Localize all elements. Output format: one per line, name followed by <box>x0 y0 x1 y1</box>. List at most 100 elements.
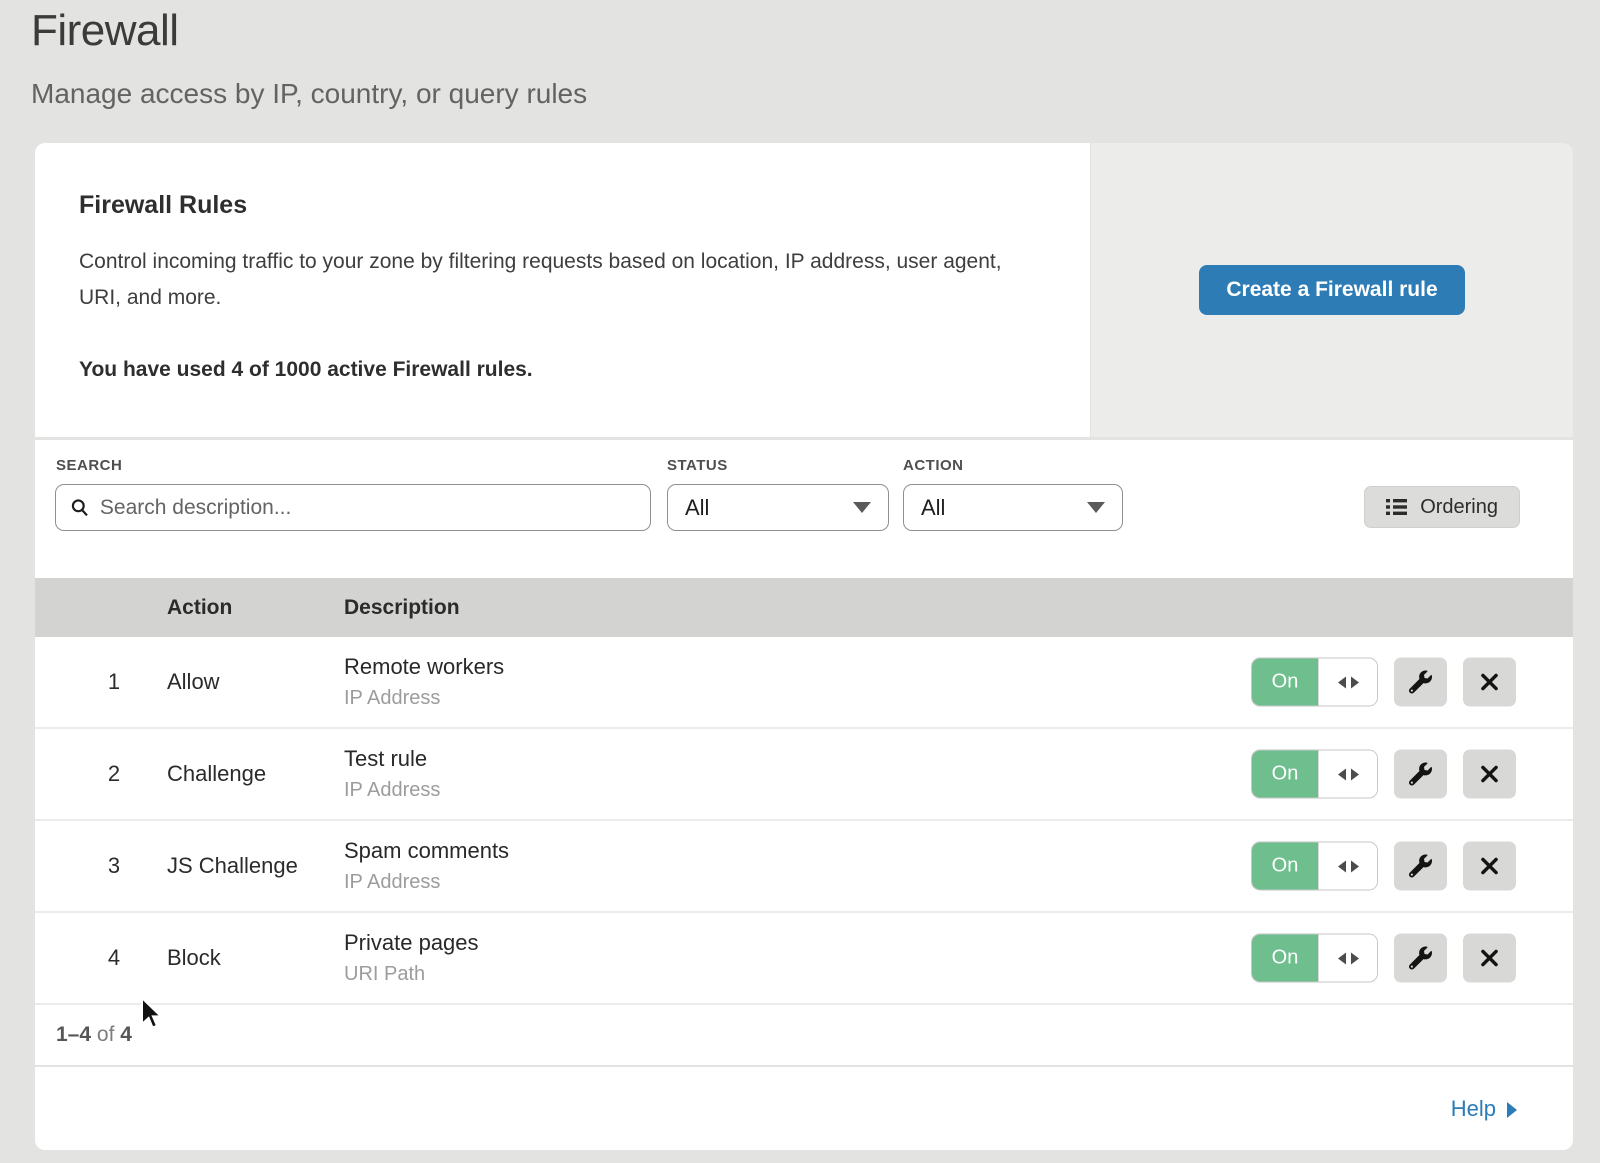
edit-rule-button[interactable] <box>1394 750 1447 799</box>
chevron-right-icon <box>1507 1102 1517 1118</box>
rule-description: Private pages <box>344 930 479 956</box>
pagination-bar: 1–4 of 4 <box>35 1005 1573 1065</box>
rule-priority: 1 <box>95 669 133 695</box>
page-title: Firewall <box>31 6 179 56</box>
action-label: ACTION <box>903 457 964 474</box>
mouse-cursor <box>140 997 166 1033</box>
edit-rule-button[interactable] <box>1394 934 1447 983</box>
status-label: STATUS <box>667 457 728 474</box>
rule-enabled-toggle[interactable]: On <box>1251 934 1378 983</box>
edit-rule-button[interactable] <box>1394 842 1447 891</box>
close-icon <box>1479 856 1500 877</box>
ordering-button[interactable]: Ordering <box>1364 486 1520 528</box>
rule-description-cell: Remote workers IP Address <box>344 654 504 710</box>
chevron-down-icon <box>1087 502 1105 513</box>
overview-card-text: Firewall Rules Control incoming traffic … <box>35 143 1090 437</box>
wrench-icon <box>1409 671 1432 694</box>
ordered-list-icon <box>1386 498 1407 516</box>
chevron-down-icon <box>853 502 871 513</box>
table-row: 4 Block Private pages URI Path On <box>35 913 1573 1005</box>
arrow-right-icon <box>1351 768 1359 780</box>
rule-enabled-toggle[interactable]: On <box>1251 750 1378 799</box>
page-subtitle: Manage access by IP, country, or query r… <box>31 78 587 110</box>
help-link[interactable]: Help <box>1451 1096 1517 1122</box>
firewall-rules-overview-card: Firewall Rules Control incoming traffic … <box>35 143 1573 437</box>
rule-controls: On <box>1251 842 1516 891</box>
pagination-of-word: of <box>97 1023 115 1046</box>
create-firewall-rule-button[interactable]: Create a Firewall rule <box>1199 265 1464 315</box>
delete-rule-button[interactable] <box>1463 750 1516 799</box>
rule-priority: 3 <box>95 853 133 879</box>
rule-description-cell: Spam comments IP Address <box>344 838 509 894</box>
arrow-right-icon <box>1351 860 1359 872</box>
help-link-label: Help <box>1451 1096 1496 1122</box>
rule-controls: On <box>1251 658 1516 707</box>
pagination-range-values: 1–4 <box>56 1023 91 1046</box>
search-input[interactable] <box>100 496 638 520</box>
toggle-drag-handle[interactable] <box>1318 935 1377 982</box>
action-select[interactable]: All <box>903 484 1123 531</box>
search-field-container <box>55 484 651 531</box>
overview-description: Control incoming traffic to your zone by… <box>79 244 1029 316</box>
column-header-action: Action <box>167 596 232 620</box>
rule-match-type: URI Path <box>344 963 479 986</box>
search-label: SEARCH <box>56 457 122 474</box>
status-selected-value: All <box>685 495 709 521</box>
rule-description: Test rule <box>344 746 440 772</box>
toggle-drag-handle[interactable] <box>1318 751 1377 798</box>
toggle-on-label: On <box>1252 935 1318 982</box>
toggle-drag-handle[interactable] <box>1318 659 1377 706</box>
delete-rule-button[interactable] <box>1463 658 1516 707</box>
arrow-left-icon <box>1338 860 1346 872</box>
rules-usage-note: You have used 4 of 1000 active Firewall … <box>79 358 1030 382</box>
wrench-icon <box>1409 855 1432 878</box>
wrench-icon <box>1409 763 1432 786</box>
rule-match-type: IP Address <box>344 779 440 802</box>
rule-controls: On <box>1251 750 1516 799</box>
toggle-drag-handle[interactable] <box>1318 843 1377 890</box>
search-icon <box>70 497 90 518</box>
arrow-left-icon <box>1338 676 1346 688</box>
status-select[interactable]: All <box>667 484 889 531</box>
rule-enabled-toggle[interactable]: On <box>1251 658 1378 707</box>
rule-priority: 2 <box>95 761 133 787</box>
delete-rule-button[interactable] <box>1463 934 1516 983</box>
arrow-left-icon <box>1338 768 1346 780</box>
rule-description: Remote workers <box>344 654 504 680</box>
toggle-on-label: On <box>1252 751 1318 798</box>
rule-match-type: IP Address <box>344 687 504 710</box>
overview-heading: Firewall Rules <box>79 191 1030 220</box>
action-selected-value: All <box>921 495 945 521</box>
close-icon <box>1479 948 1500 969</box>
rule-description-cell: Test rule IP Address <box>344 746 440 802</box>
arrow-right-icon <box>1351 676 1359 688</box>
column-header-description: Description <box>344 596 460 620</box>
arrow-left-icon <box>1338 952 1346 964</box>
rule-action: Allow <box>167 669 220 695</box>
table-row: 3 JS Challenge Spam comments IP Address … <box>35 821 1573 913</box>
firewall-rules-list-card: SEARCH STATUS All ACTION All <box>35 440 1573 1150</box>
toggle-on-label: On <box>1252 843 1318 890</box>
pagination-total: 4 <box>120 1023 132 1046</box>
close-icon <box>1479 672 1500 693</box>
table-row: 1 Allow Remote workers IP Address On <box>35 637 1573 729</box>
close-icon <box>1479 764 1500 785</box>
rule-action: JS Challenge <box>167 853 298 879</box>
rule-enabled-toggle[interactable]: On <box>1251 842 1378 891</box>
card-footer: Help <box>35 1065 1573 1150</box>
rule-description-cell: Private pages URI Path <box>344 930 479 986</box>
rule-description: Spam comments <box>344 838 509 864</box>
rule-priority: 4 <box>95 945 133 971</box>
filter-bar: SEARCH STATUS All ACTION All <box>35 440 1573 578</box>
table-row: 2 Challenge Test rule IP Address On <box>35 729 1573 821</box>
delete-rule-button[interactable] <box>1463 842 1516 891</box>
wrench-icon <box>1409 947 1432 970</box>
table-header: Action Description <box>35 578 1573 637</box>
arrow-right-icon <box>1351 952 1359 964</box>
rule-action: Challenge <box>167 761 266 787</box>
rule-controls: On <box>1251 934 1516 983</box>
edit-rule-button[interactable] <box>1394 658 1447 707</box>
pagination-range: 1–4 of 4 <box>56 1023 132 1047</box>
rule-action: Block <box>167 945 221 971</box>
overview-card-action-panel: Create a Firewall rule <box>1090 143 1573 437</box>
